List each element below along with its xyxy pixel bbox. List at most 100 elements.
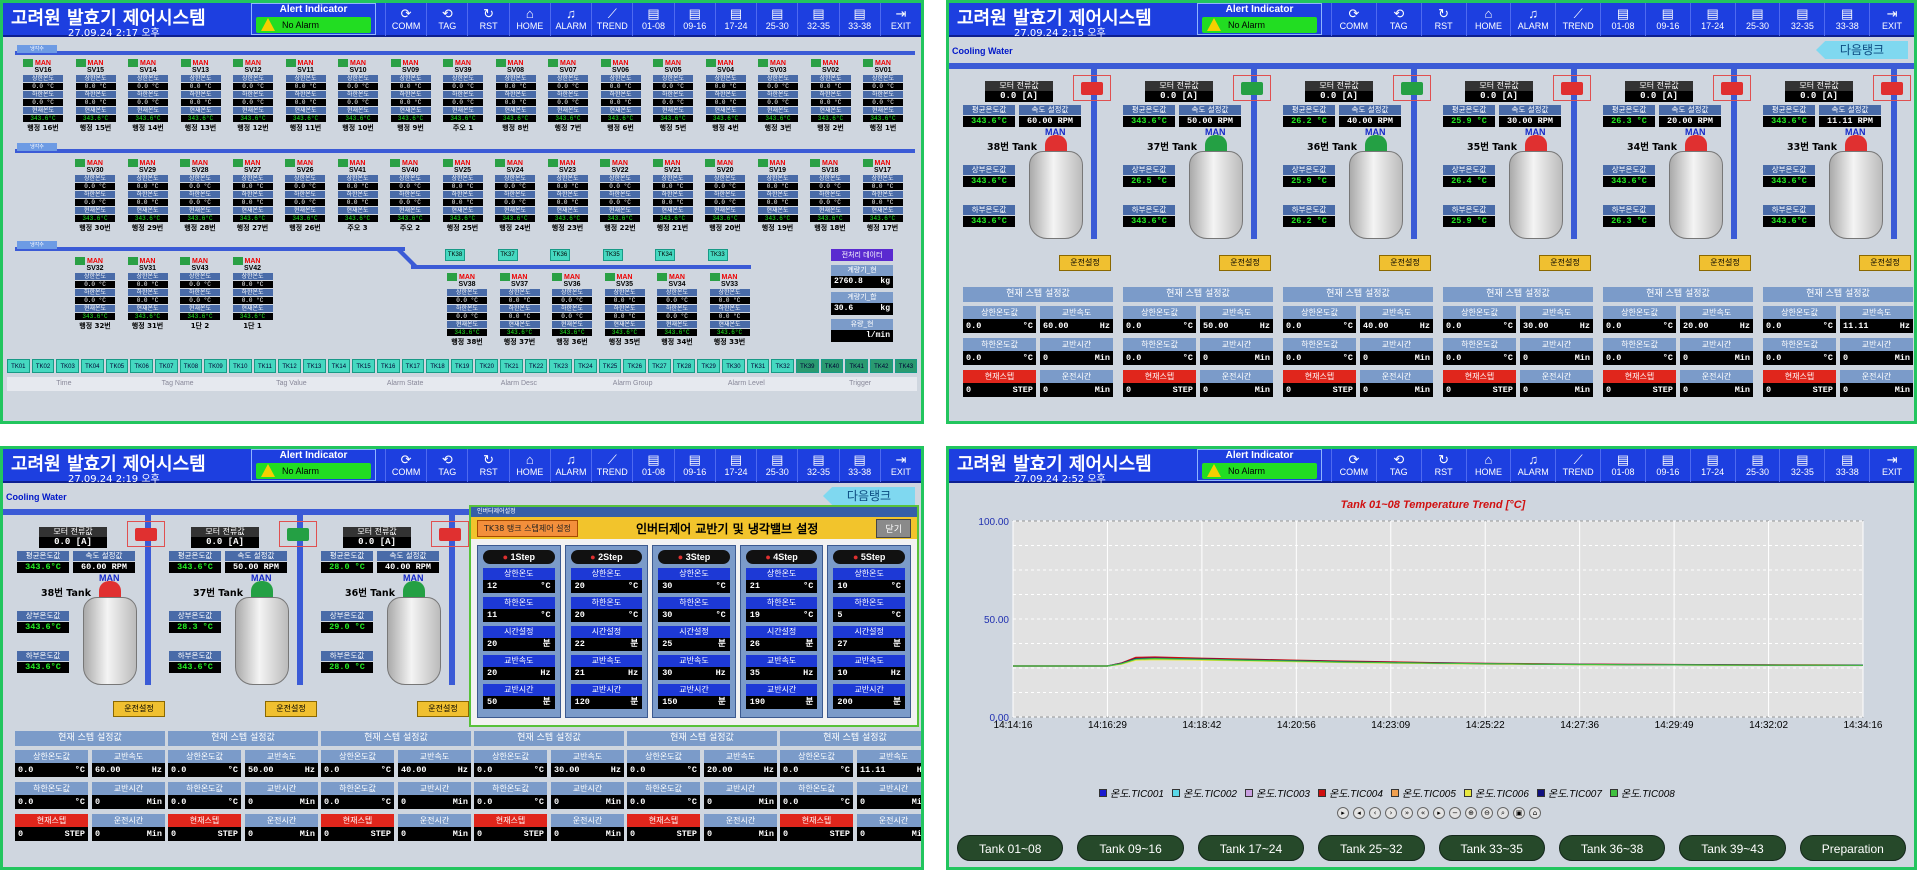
tank-button[interactable]: TK40 — [820, 359, 844, 373]
valve-cell[interactable]: MAN SV42 상한온도 0.0 °C 하한온도 0.0 °C 현재온도 34… — [232, 257, 273, 331]
nav-trend[interactable]: ⟋ TREND — [1555, 3, 1600, 36]
nav-rst[interactable]: ↻ RST — [1420, 449, 1466, 482]
tank-group-button[interactable]: Tank 01~08 — [957, 835, 1064, 861]
operate-settings-button[interactable]: 운전설정 — [417, 701, 469, 717]
nav-home[interactable]: ⌂ HOME — [508, 3, 550, 36]
cooling-valve[interactable] — [1553, 75, 1591, 101]
step-time-input[interactable]: 25 분 — [658, 638, 730, 651]
nav-09-16[interactable]: ▤ 09-16 — [1644, 449, 1690, 482]
valve-cell[interactable]: MAN SV14 상한온도 0.0 °C 하한온도 0.0 °C 현재온도 34… — [128, 59, 168, 133]
operate-settings-button[interactable]: 운전설정 — [1379, 255, 1431, 271]
valve-cell[interactable]: MAN SV22 상한온도 0.0 °C 하한온도 0.0 °C 현재온도 34… — [600, 159, 640, 233]
step-speed-input[interactable]: 20 Hz — [483, 667, 555, 680]
valve-cell[interactable]: MAN SV03 상한온도 0.0 °C 하한온도 0.0 °C 현재온도 34… — [758, 59, 798, 133]
step-header[interactable]: ● 2Step — [570, 550, 643, 564]
nav-01-08[interactable]: ▤ 01-08 — [1600, 449, 1645, 482]
valve-cell[interactable]: MAN SV33 상한온도 0.0 °C 하한온도 0.0 °C 현재온도 34… — [709, 273, 750, 347]
legend-item[interactable]: 온도.TIC008 — [1609, 785, 1675, 800]
step-stirtime-input[interactable]: 200 분 — [833, 696, 905, 709]
tank-button[interactable]: TK29 — [697, 359, 721, 373]
nav-trend[interactable]: ⟋ TREND — [1555, 449, 1600, 482]
tank-button[interactable]: TK03 — [56, 359, 79, 373]
valve-cell[interactable]: MAN SV18 상한온도 0.0 °C 하한온도 0.0 °C 현재온도 34… — [810, 159, 850, 233]
valve-cell[interactable]: MAN SV40 상한온도 0.0 °C 하한온도 0.0 °C 현재온도 34… — [390, 159, 430, 233]
valve-cell[interactable]: MAN SV36 상한온도 0.0 °C 하한온도 0.0 °C 현재온도 34… — [552, 273, 592, 347]
tank-group-button[interactable]: Tank 09~16 — [1077, 835, 1184, 861]
valve-cell[interactable]: MAN SV12 상한온도 0.0 °C 하한온도 0.0 °C 현재온도 34… — [233, 59, 273, 133]
valve-cell[interactable]: MAN SV28 상한온도 0.0 °C 하한온도 0.0 °C 현재온도 34… — [180, 159, 220, 233]
nav-32-35[interactable]: ▤ 32-35 — [797, 449, 838, 482]
cooling-valve[interactable] — [431, 521, 469, 547]
step-stirtime-input[interactable]: 50 분 — [483, 696, 555, 709]
step-header[interactable]: ● 1Step — [483, 550, 555, 564]
valve-cell[interactable]: MAN SV26 상한온도 0.0 °C 하한온도 0.0 °C 현재온도 34… — [285, 159, 325, 233]
cooling-valve[interactable] — [1073, 75, 1111, 101]
legend-item[interactable]: 온도.TIC005 — [1390, 785, 1456, 800]
tank-group-button[interactable]: Tank 25~32 — [1318, 835, 1425, 861]
tank-group-button[interactable]: Preparation — [1799, 835, 1906, 861]
valve-cell[interactable]: MAN SV05 상한온도 0.0 °C 하한온도 0.0 °C 현재온도 34… — [653, 59, 693, 133]
valve-cell[interactable]: MAN SV31 상한온도 0.0 °C 하한온도 0.0 °C 현재온도 34… — [127, 257, 168, 331]
valve-cell[interactable]: MAN SV20 상한온도 0.0 °C 하한온도 0.0 °C 현재온도 34… — [705, 159, 745, 233]
step-time-input[interactable]: 20 분 — [483, 638, 555, 651]
chart-control-icon[interactable]: ▣ — [1513, 807, 1525, 819]
chart-control-icon[interactable]: ◂ — [1353, 807, 1365, 819]
tank-button[interactable]: TK21 — [500, 359, 523, 373]
tank-button[interactable]: TK05 — [105, 359, 129, 373]
tank-button[interactable]: TK25 — [598, 359, 622, 373]
step-time-input[interactable]: 22 분 — [570, 638, 643, 651]
nav-comm[interactable]: ⟳ COMM — [385, 3, 426, 36]
tank-button[interactable]: TK28 — [672, 359, 696, 373]
nav-home[interactable]: ⌂ HOME — [1465, 449, 1511, 482]
valve-cell[interactable]: MAN SV13 상한온도 0.0 °C 하한온도 0.0 °C 현재온도 34… — [180, 59, 221, 133]
chart-control-icon[interactable]: ▸ — [1433, 807, 1445, 819]
valve-cell[interactable]: MAN SV43 상한온도 0.0 °C 하한온도 0.0 °C 현재온도 34… — [180, 257, 220, 331]
alarm-column[interactable]: Alarm Desc — [462, 377, 576, 391]
chart-control-icon[interactable]: ▸ — [1337, 807, 1349, 819]
chart-control-icon[interactable]: ⊕ — [1465, 807, 1477, 819]
step-upper-input[interactable]: 10 °C — [833, 580, 905, 593]
step-speed-input[interactable]: 21 Hz — [570, 667, 643, 680]
nav-25-30[interactable]: ▤ 25-30 — [1734, 449, 1780, 482]
tank-button[interactable]: TK02 — [31, 359, 55, 373]
tank-button[interactable]: TK18 — [426, 359, 449, 373]
nav-01-08[interactable]: ▤ 01-08 — [632, 3, 673, 36]
operate-settings-button[interactable]: 운전설정 — [1539, 255, 1591, 271]
valve-cell[interactable]: MAN SV29 상한온도 0.0 °C 하한온도 0.0 °C 현재온도 34… — [127, 159, 168, 233]
chart-control-icon[interactable]: ‹ — [1369, 807, 1381, 819]
next-tank-button[interactable]: 다음탱크 — [1816, 41, 1908, 59]
nav-exit[interactable]: ⇥ EXIT — [1869, 449, 1914, 482]
tank-button[interactable]: TK27 — [648, 359, 671, 373]
valve-cell[interactable]: MAN SV19 상한온도 0.0 °C 하한온도 0.0 °C 현재온도 34… — [757, 159, 798, 233]
legend-item[interactable]: 온도.TIC004 — [1317, 785, 1383, 800]
tank-group-button[interactable]: Tank 36~38 — [1558, 835, 1666, 861]
nav-trend[interactable]: ⟋ TREND — [591, 449, 632, 482]
operate-settings-button[interactable]: 운전설정 — [1219, 255, 1271, 271]
tank-button[interactable]: TK16 — [376, 359, 400, 373]
nav-alarm[interactable]: ♫ ALARM — [549, 449, 591, 482]
alarm-column[interactable]: Alarm Group — [576, 377, 690, 391]
alarm-column[interactable]: Trigger — [803, 377, 917, 391]
nav-tag[interactable]: ⟲ TAG — [1375, 449, 1421, 482]
next-tank-button[interactable]: 다음탱크 — [823, 487, 915, 505]
valve-cell[interactable]: MAN SV11 상한온도 0.0 °C 하한온도 0.0 °C 현재온도 34… — [285, 59, 326, 133]
tank-label[interactable]: TK34 — [655, 249, 675, 261]
nav-tag[interactable]: ⟲ TAG — [1375, 3, 1421, 36]
valve-cell[interactable]: MAN SV02 상한온도 0.0 °C 하한온도 0.0 °C 현재온도 34… — [810, 59, 851, 133]
valve-cell[interactable]: MAN SV10 상한온도 0.0 °C 하한온도 0.0 °C 현재온도 34… — [338, 59, 378, 133]
nav-09-16[interactable]: ▤ 09-16 — [673, 449, 715, 482]
nav-17-24[interactable]: ▤ 17-24 — [714, 3, 756, 36]
tank-button[interactable]: TK26 — [623, 359, 647, 373]
tank-button[interactable]: TK32 — [771, 359, 794, 373]
step-lower-input[interactable]: 11 °C — [483, 609, 555, 622]
cooling-valve[interactable] — [1233, 75, 1271, 101]
valve-cell[interactable]: MAN SV30 상한온도 0.0 °C 하한온도 0.0 °C 현재온도 34… — [75, 159, 115, 233]
nav-25-30[interactable]: ▤ 25-30 — [1734, 3, 1780, 36]
tank-label[interactable]: TK37 — [497, 249, 518, 261]
step-stirtime-input[interactable]: 150 분 — [658, 696, 730, 709]
step-lower-input[interactable]: 5 °C — [833, 609, 905, 622]
nav-alarm[interactable]: ♫ ALARM — [549, 3, 591, 36]
tank-button[interactable]: TK07 — [154, 359, 178, 373]
nav-comm[interactable]: ⟳ COMM — [385, 449, 426, 482]
valve-cell[interactable]: MAN SV34 상한온도 0.0 °C 하한온도 0.0 °C 현재온도 34… — [657, 273, 697, 347]
